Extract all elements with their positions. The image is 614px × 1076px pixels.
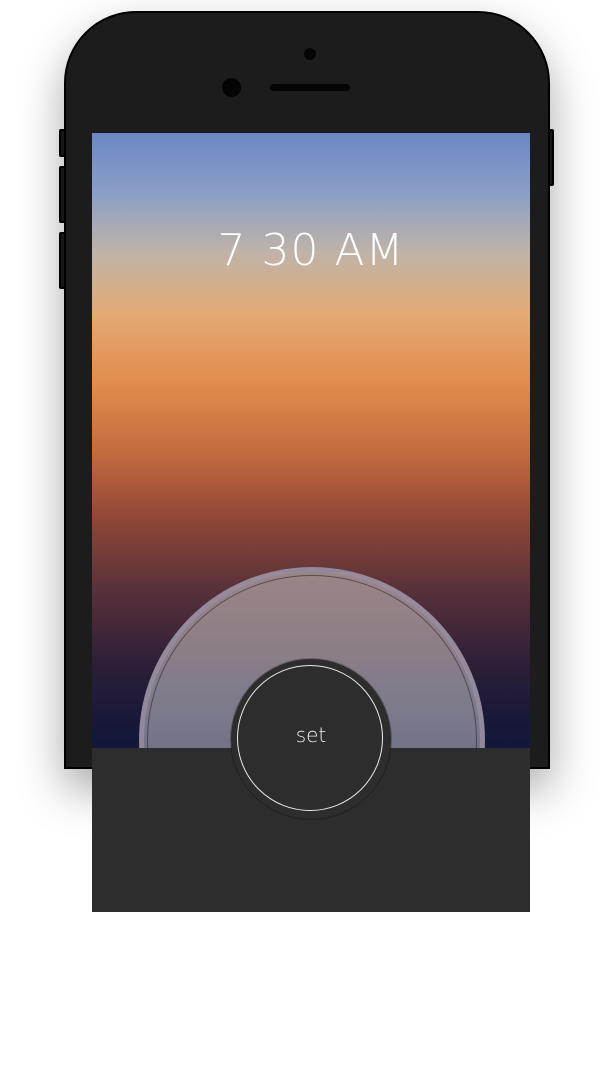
alarm-time-display: 7 30 AM bbox=[217, 225, 405, 276]
app-screen: 7 30 AM set bbox=[92, 133, 530, 912]
set-button-label: set bbox=[295, 723, 327, 747]
set-alarm-button[interactable]: set bbox=[231, 659, 391, 819]
mockup-stage: 7 30 AM set bbox=[0, 0, 614, 1076]
front-camera-icon bbox=[222, 78, 241, 97]
proximity-sensor-icon bbox=[304, 48, 316, 60]
earpiece-speaker-icon bbox=[270, 84, 350, 91]
